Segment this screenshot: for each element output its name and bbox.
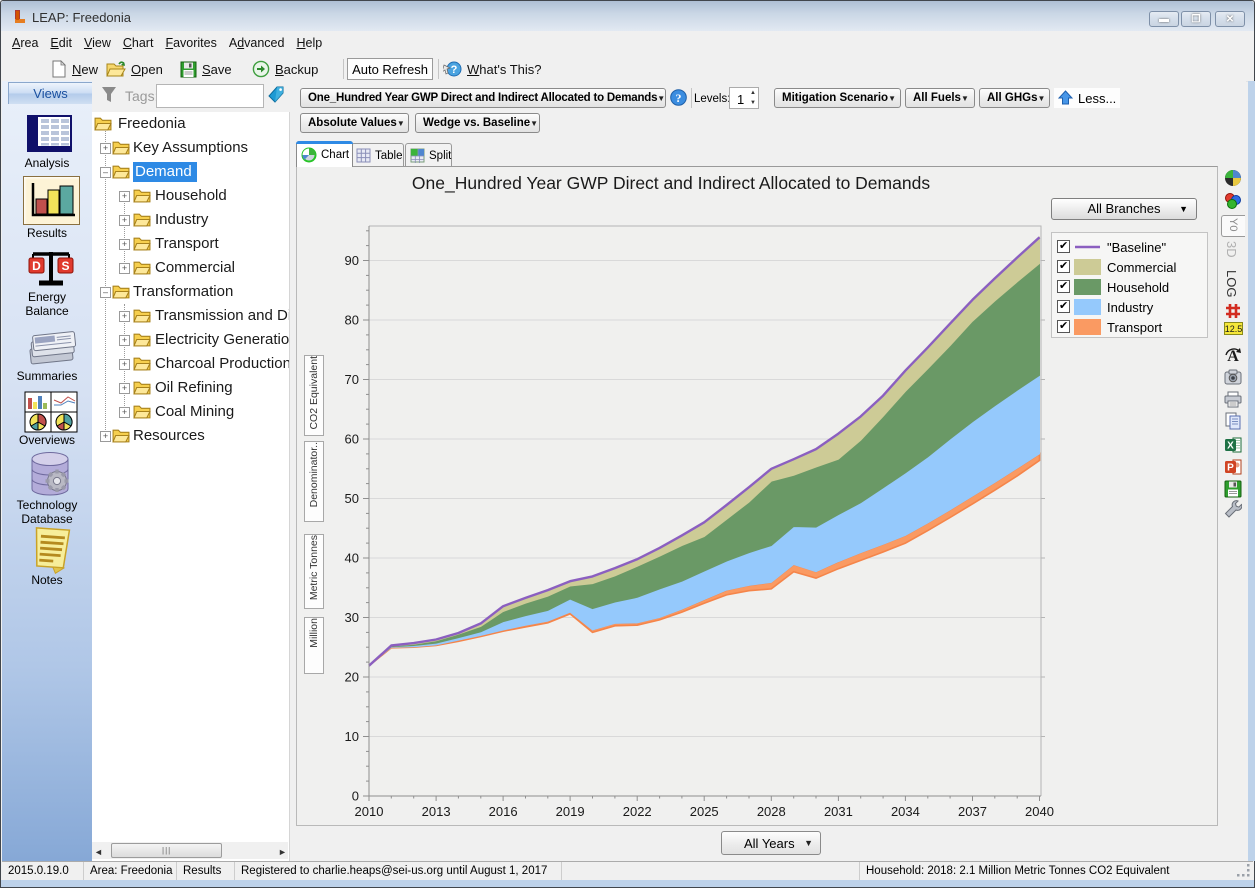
svg-text:2028: 2028 xyxy=(757,804,786,819)
svg-text:40: 40 xyxy=(345,551,359,566)
svg-text:0: 0 xyxy=(352,789,359,804)
svg-text:2031: 2031 xyxy=(824,804,853,819)
svg-text:X: X xyxy=(1227,441,1234,452)
svg-text:2025: 2025 xyxy=(690,804,719,819)
svg-text:2022: 2022 xyxy=(623,804,652,819)
svg-text:2019: 2019 xyxy=(556,804,585,819)
svg-text:2040: 2040 xyxy=(1025,804,1054,819)
svg-text:D: D xyxy=(32,259,41,273)
svg-text:12.5: 12.5 xyxy=(1225,324,1243,334)
svg-text:80: 80 xyxy=(345,313,359,328)
svg-text:P: P xyxy=(1227,463,1234,474)
svg-text:2013: 2013 xyxy=(422,804,451,819)
svg-text:50: 50 xyxy=(345,491,359,506)
svg-text:90: 90 xyxy=(345,253,359,268)
svg-text:20: 20 xyxy=(345,670,359,685)
svg-text:2010: 2010 xyxy=(355,804,384,819)
svg-text:10: 10 xyxy=(345,729,359,744)
svg-text:30: 30 xyxy=(345,610,359,625)
svg-text:60: 60 xyxy=(345,432,359,447)
svg-text:?: ? xyxy=(451,64,458,76)
svg-text:2034: 2034 xyxy=(891,804,920,819)
svg-text:70: 70 xyxy=(345,372,359,387)
svg-text:S: S xyxy=(61,259,69,273)
svg-text:?: ? xyxy=(676,91,682,105)
svg-text:2037: 2037 xyxy=(958,804,987,819)
svg-text:2016: 2016 xyxy=(489,804,518,819)
